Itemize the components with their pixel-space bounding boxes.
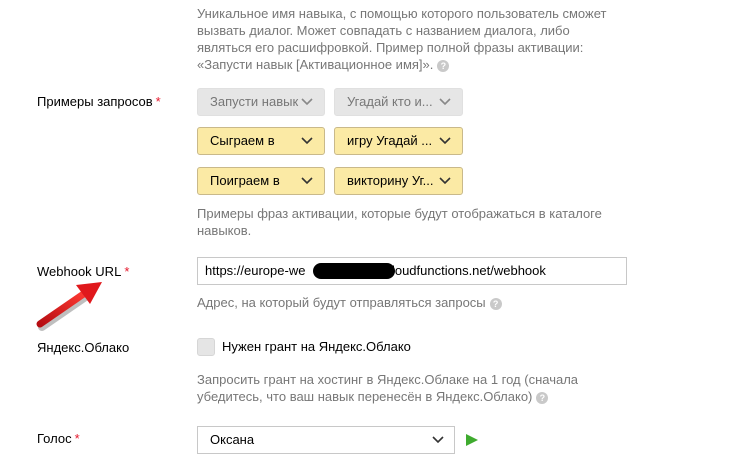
chevron-down-icon bbox=[301, 137, 313, 145]
example-row-2-second[interactable]: игру Угадай ... bbox=[334, 127, 463, 155]
cloud-hint: Запросить грант на хостинг в Яндекс.Обла… bbox=[197, 371, 578, 405]
cloud-label: Яндекс.Облако bbox=[37, 340, 130, 355]
pill-text: Угадай кто и... bbox=[347, 94, 433, 109]
hint-line: «Запусти навык [Активационное имя]».? bbox=[197, 56, 606, 73]
chevron-down-icon bbox=[301, 177, 313, 185]
pill-text: Запусти навык bbox=[210, 94, 299, 109]
voice-select[interactable]: Оксана bbox=[197, 426, 455, 454]
chevron-down-icon bbox=[439, 177, 451, 185]
voice-selected-value: Оксана bbox=[210, 432, 255, 447]
url-value-start: https://europe-we bbox=[205, 263, 306, 278]
required-mark: * bbox=[155, 94, 161, 109]
chevron-down-icon bbox=[439, 98, 451, 106]
example-row-1-second[interactable]: Угадай кто и... bbox=[334, 88, 463, 116]
hint-line: навыков. bbox=[197, 223, 252, 238]
hint-line: Примеры фраз активации, которые будут от… bbox=[197, 206, 602, 221]
examples-label: Примеры запросов * bbox=[37, 94, 161, 109]
hint-line: Уникальное имя навыка, с помощью которог… bbox=[197, 6, 607, 21]
required-mark: * bbox=[124, 264, 130, 279]
webhook-url-input[interactable]: https://europe-we cloudfunctions.net/webh… bbox=[197, 257, 627, 285]
activation-name-hint: Уникальное имя навыка, с помощью которог… bbox=[197, 5, 606, 73]
hint-line: Запросить грант на хостинг в Яндекс.Обла… bbox=[197, 372, 579, 387]
hint-line: вызвать диалог. Может совпадать с назван… bbox=[197, 23, 570, 38]
chevron-down-icon bbox=[432, 436, 444, 444]
pill-text: Поиграем в bbox=[210, 173, 280, 188]
play-icon[interactable] bbox=[465, 433, 479, 447]
redaction-mark bbox=[313, 263, 395, 279]
cloud-grant-checkbox[interactable] bbox=[197, 338, 215, 356]
url-value-end: cloudfunctions.net/webhook bbox=[385, 263, 546, 278]
example-row-2-first[interactable]: Сыграем в bbox=[197, 127, 325, 155]
chevron-down-icon bbox=[439, 137, 451, 145]
example-row-1-first[interactable]: Запусти навык bbox=[197, 88, 325, 116]
question-circle-icon[interactable]: ? bbox=[437, 60, 450, 72]
webhook-hint: Адрес, на который будут отправляться зап… bbox=[197, 294, 502, 311]
pill-text: викторину Уг... bbox=[347, 173, 434, 188]
chevron-down-icon bbox=[301, 98, 313, 106]
pill-text: игру Угадай ... bbox=[347, 133, 433, 148]
example-row-3-first[interactable]: Поиграем в bbox=[197, 167, 325, 195]
question-circle-icon[interactable]: ? bbox=[536, 392, 549, 404]
question-circle-icon[interactable]: ? bbox=[489, 298, 502, 310]
voice-label: Голос * bbox=[37, 431, 80, 446]
cloud-grant-label[interactable]: Нужен грант на Яндекс.Облако bbox=[222, 339, 411, 354]
example-row-3-second[interactable]: викторину Уг... bbox=[334, 167, 463, 195]
hint-line: являться его расшифровкой. Пример полной… bbox=[197, 40, 584, 55]
required-mark: * bbox=[74, 431, 80, 446]
hint-line: убедитесь, что ваш навык перенесён в Янд… bbox=[197, 388, 578, 405]
red-arrow-annotation bbox=[36, 282, 102, 331]
pill-text: Сыграем в bbox=[210, 133, 275, 148]
examples-hint: Примеры фраз активации, которые будут от… bbox=[197, 205, 602, 239]
